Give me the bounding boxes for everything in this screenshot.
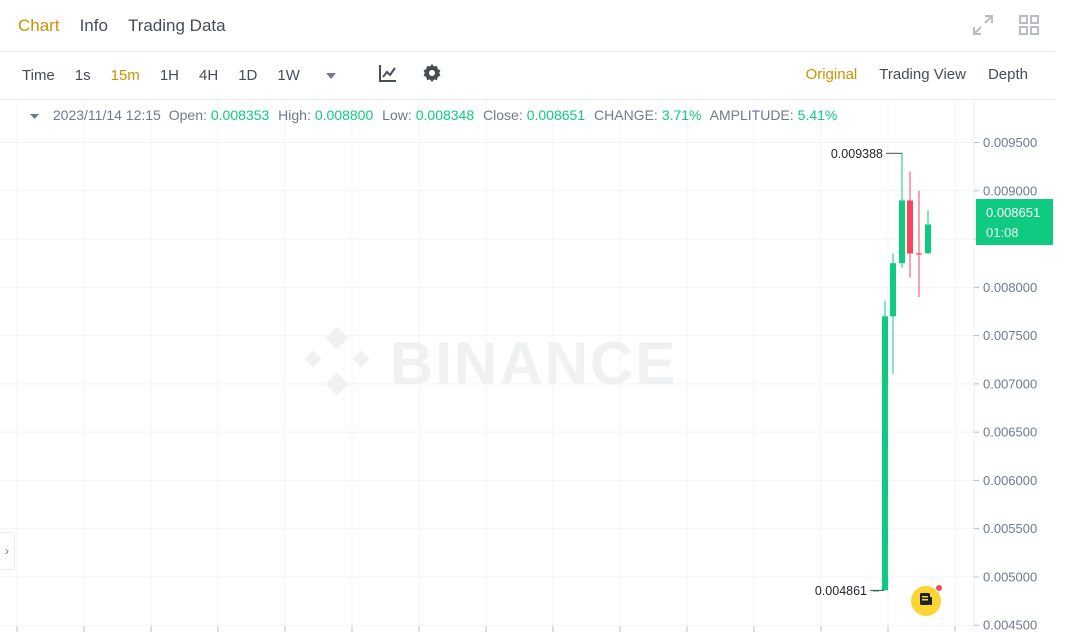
candle[interactable] bbox=[882, 300, 888, 591]
current-price: 0.008651 bbox=[986, 205, 1041, 220]
interval-1w[interactable]: 1W bbox=[277, 67, 300, 84]
y-tick-label: 0.005500 bbox=[983, 521, 1037, 536]
close-value: 0.008651 bbox=[526, 107, 586, 123]
tab-info[interactable]: Info bbox=[80, 16, 108, 36]
tab-trading-data[interactable]: Trading Data bbox=[128, 16, 226, 36]
amplitude-label: AMPLITUDE: bbox=[709, 107, 794, 123]
low-marker-label: 0.004861 bbox=[815, 584, 867, 598]
interval-toolbar: Time 1s 15m 1H 4H 1D 1W Original Trading… bbox=[0, 52, 1054, 100]
interval-4h[interactable]: 4H bbox=[199, 67, 218, 84]
layout-grid-icon[interactable] bbox=[1018, 14, 1040, 41]
change-label: CHANGE: bbox=[594, 107, 658, 123]
view-original[interactable]: Original bbox=[806, 66, 858, 83]
view-trading-view[interactable]: Trading View bbox=[879, 66, 966, 83]
watermark-text: BINANCE bbox=[390, 330, 677, 397]
collapse-caret-icon[interactable] bbox=[30, 107, 39, 123]
chart-header: Chart Info Trading Data bbox=[0, 0, 1054, 52]
candle-datetime: 2023/11/14 12:15 bbox=[52, 107, 161, 123]
candlestick-chart[interactable]: BINANCE 0.0095000.0090000.0085000.008000… bbox=[0, 101, 1054, 632]
y-tick-label: 0.007500 bbox=[983, 328, 1037, 343]
low-value: 0.008348 bbox=[415, 107, 475, 123]
notes-icon bbox=[919, 592, 933, 611]
candle-body bbox=[882, 316, 888, 591]
interval-1s[interactable]: 1s bbox=[75, 67, 91, 84]
interval-time[interactable]: Time bbox=[22, 67, 55, 84]
change-value: 3.71% bbox=[661, 107, 702, 123]
floating-notes-button[interactable] bbox=[911, 584, 943, 616]
high-marker-label: 0.009388 bbox=[831, 147, 883, 161]
candle-body bbox=[925, 224, 931, 254]
open-value: 0.008353 bbox=[210, 107, 270, 123]
current-price-tag: 0.008651 01:08 bbox=[976, 199, 1053, 245]
y-tick-label: 0.005000 bbox=[983, 569, 1037, 584]
interval-1d[interactable]: 1D bbox=[238, 67, 257, 84]
open-label: Open: bbox=[168, 107, 207, 123]
candle-body bbox=[899, 200, 905, 264]
view-depth[interactable]: Depth bbox=[988, 66, 1028, 83]
settings-gear-icon[interactable] bbox=[422, 63, 442, 88]
indicator-icon[interactable] bbox=[378, 63, 398, 88]
high-label: High: bbox=[278, 107, 311, 123]
chevron-right-icon: › bbox=[5, 544, 9, 558]
tab-chart[interactable]: Chart bbox=[18, 16, 60, 36]
y-tick-label: 0.006500 bbox=[983, 425, 1037, 440]
interval-1h[interactable]: 1H bbox=[160, 67, 179, 84]
y-tick-label: 0.009500 bbox=[983, 135, 1037, 150]
candle-body bbox=[890, 263, 896, 317]
candle-countdown: 01:08 bbox=[986, 225, 1019, 240]
side-panel-expand-button[interactable]: › bbox=[0, 532, 15, 570]
candle[interactable] bbox=[899, 153, 905, 269]
y-tick-label: 0.009000 bbox=[983, 183, 1037, 198]
ohlc-info-bar: 2023/11/14 12:15 Open: 0.008353 High: 0.00… bbox=[30, 107, 842, 123]
amplitude-value: 5.41% bbox=[797, 107, 838, 123]
candle[interactable] bbox=[916, 190, 922, 297]
interval-15m[interactable]: 15m bbox=[111, 67, 140, 84]
high-value: 0.008800 bbox=[314, 107, 374, 123]
expand-icon[interactable] bbox=[972, 14, 994, 41]
candle-body bbox=[907, 200, 913, 254]
candle-body bbox=[916, 253, 922, 255]
y-tick-label: 0.006000 bbox=[983, 473, 1037, 488]
close-label: Close: bbox=[483, 107, 523, 123]
low-label: Low: bbox=[382, 107, 412, 123]
y-tick-label: 0.007000 bbox=[983, 376, 1037, 391]
watermark-logo-icon bbox=[304, 326, 370, 396]
candle[interactable] bbox=[925, 210, 931, 254]
candle[interactable] bbox=[907, 171, 913, 278]
candle[interactable] bbox=[890, 253, 896, 375]
chart-svg: BINANCE 0.0095000.0090000.0085000.008000… bbox=[0, 101, 1037, 632]
y-tick-label: 0.008000 bbox=[983, 280, 1037, 295]
y-tick-label: 0.004500 bbox=[983, 618, 1037, 632]
interval-dropdown-icon[interactable] bbox=[325, 67, 336, 85]
notification-dot bbox=[935, 584, 943, 592]
